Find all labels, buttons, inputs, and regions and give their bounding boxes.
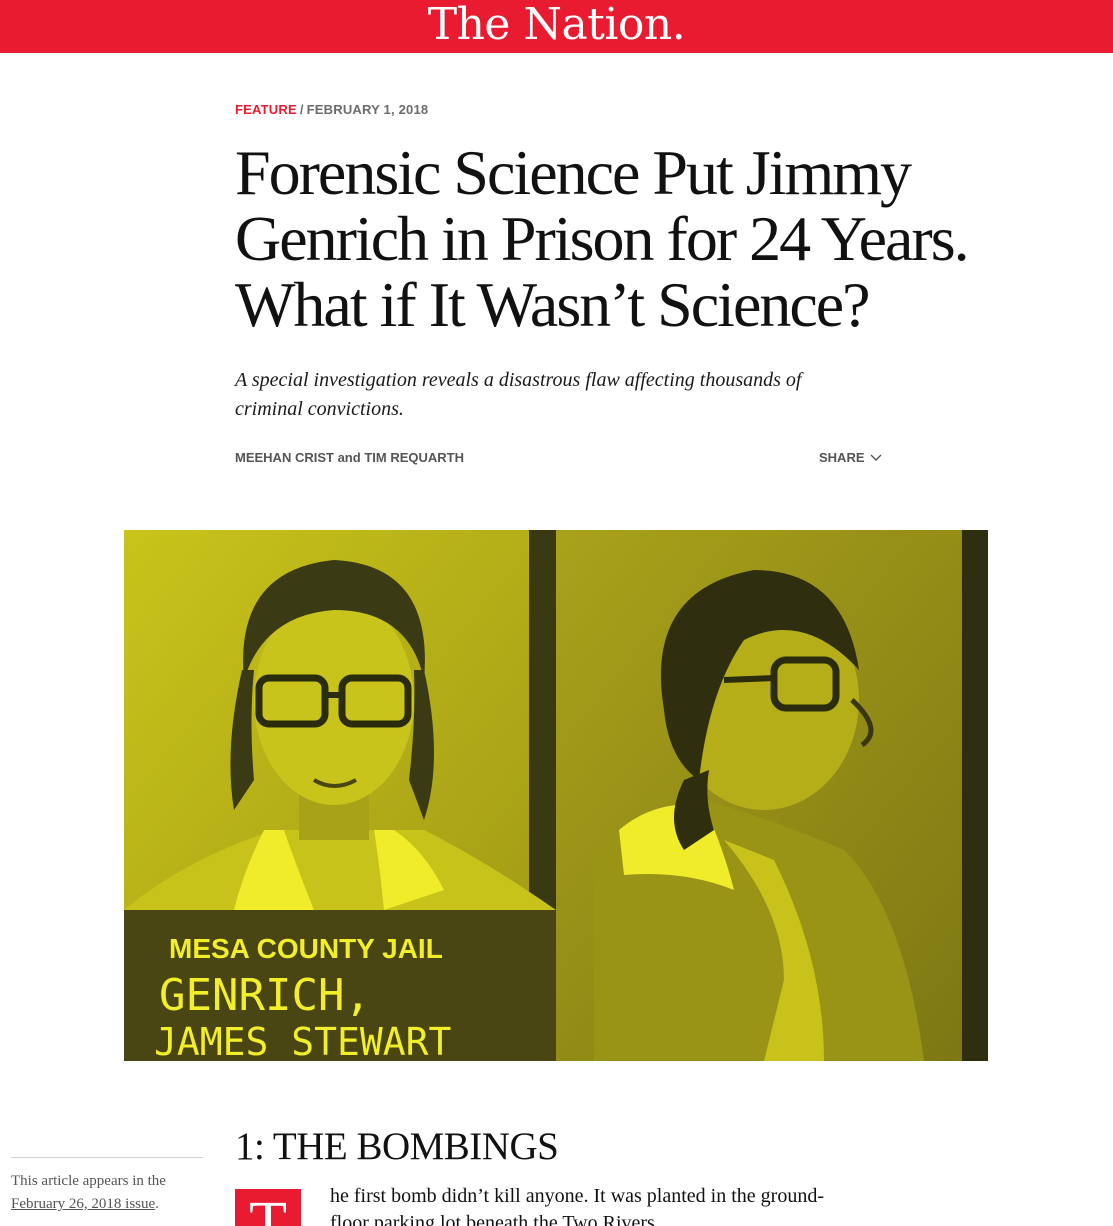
meta-separator: / — [299, 102, 304, 117]
byline-joiner: and — [337, 450, 361, 465]
chevron-down-icon — [870, 454, 882, 461]
issue-note: This article appears in the February 26,… — [11, 1170, 211, 1216]
sign-line-3: JAMES STEWART — [154, 1020, 451, 1061]
author-link-tim-requarth[interactable]: TIM REQUARTH — [364, 450, 464, 465]
share-label: SHARE — [819, 450, 865, 465]
article-dek: A special investigation reveals a disast… — [235, 369, 802, 420]
first-paragraph: he first bomb didn’t kill anyone. It was… — [330, 1185, 824, 1226]
section-heading: 1: THE BOMBINGS — [235, 1125, 559, 1168]
issue-link[interactable]: February 26, 2018 issue — [11, 1196, 155, 1212]
dropcap: T — [235, 1189, 301, 1226]
hero-image: MESA COUNTY JAIL GENRICH, JAMES STEWART — [124, 530, 988, 1061]
article-date: FEBRUARY 1, 2018 — [306, 102, 429, 117]
article-headline: Forensic Science Put Jimmy Genrich in Pr… — [235, 137, 970, 340]
sign-line-1: MESA COUNTY JAIL — [169, 933, 443, 964]
masthead: The Nation. — [0, 0, 1113, 53]
sidebar-divider — [11, 1157, 203, 1158]
mugshot-illustration: MESA COUNTY JAIL GENRICH, JAMES STEWART — [124, 530, 988, 1061]
site-logo[interactable]: The Nation. — [428, 0, 686, 51]
share-button[interactable]: SHARE — [819, 450, 882, 465]
sign-line-2: GENRICH, — [159, 970, 371, 1021]
byline: MEEHAN CRIST and TIM REQUARTH — [235, 450, 464, 465]
issue-prefix: This article appears in the — [11, 1173, 166, 1189]
author-link-meehan-crist[interactable]: MEEHAN CRIST — [235, 450, 334, 465]
issue-suffix: . — [155, 1196, 159, 1212]
section-link[interactable]: FEATURE — [235, 102, 297, 117]
article-meta: FEATURE / FEBRUARY 1, 2018 — [235, 102, 428, 117]
